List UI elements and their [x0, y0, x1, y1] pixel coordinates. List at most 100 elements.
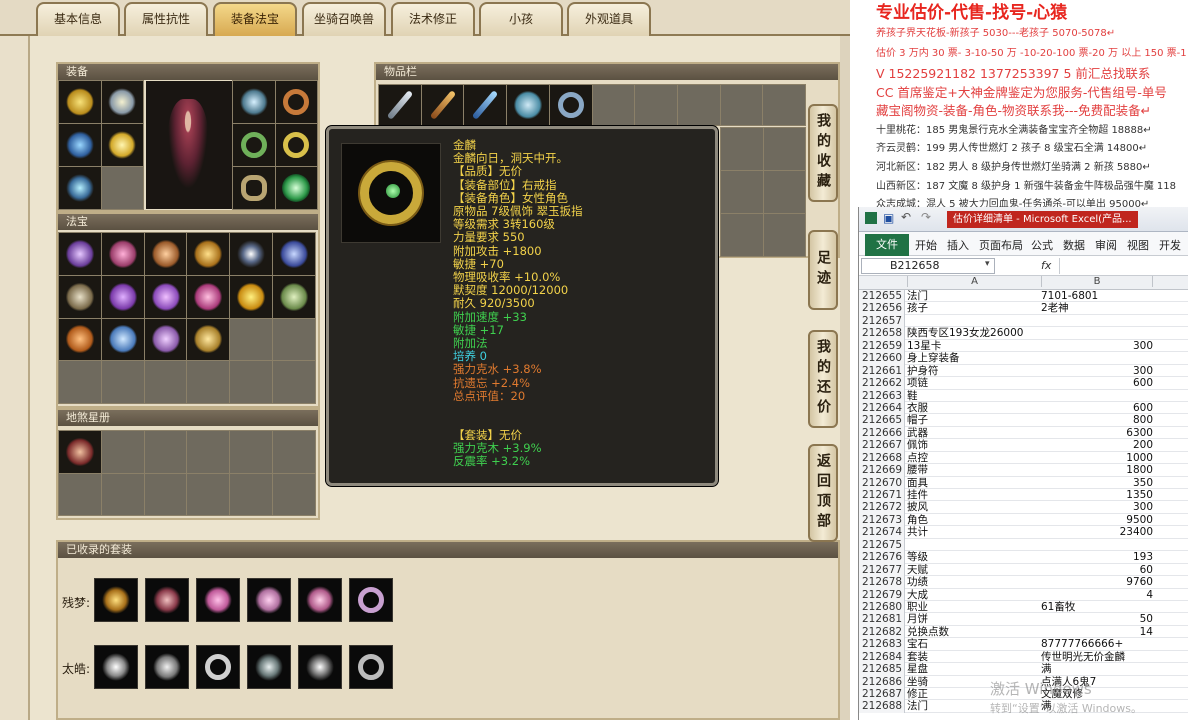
- equip-slot-left-ring[interactable]: [233, 124, 275, 166]
- cell-b[interactable]: 1350: [1041, 489, 1153, 501]
- cell-b[interactable]: 1800: [1041, 464, 1153, 476]
- fabao-slot[interactable]: [59, 318, 101, 361]
- sheet-row[interactable]: 212664 衣服 600: [859, 401, 1188, 415]
- cell-a[interactable]: 项链: [907, 377, 1041, 389]
- fabao-slot[interactable]: [230, 318, 273, 361]
- sheet-row[interactable]: 212675: [859, 538, 1188, 552]
- tab-basic-info[interactable]: 基本信息: [36, 2, 120, 36]
- equip-slot-orb[interactable]: [275, 167, 317, 209]
- row-number[interactable]: 212662: [859, 377, 905, 390]
- cell-b[interactable]: 193: [1041, 551, 1153, 563]
- fabao-slot[interactable]: [187, 361, 230, 403]
- cell-a[interactable]: 孩子: [907, 302, 1041, 314]
- fabao-slot[interactable]: [187, 233, 230, 275]
- suit-item[interactable]: [349, 578, 393, 622]
- redo-icon[interactable]: ↷: [921, 210, 931, 224]
- sheet-row[interactable]: 212661 护身符 300: [859, 364, 1188, 378]
- cell-a[interactable]: 陕西专区193女龙26000: [907, 327, 1041, 339]
- item-slot[interactable]: [763, 214, 805, 256]
- suit-item[interactable]: [298, 645, 342, 689]
- suit-item[interactable]: [145, 645, 189, 689]
- sheet-row[interactable]: 212660 身上穿装备: [859, 352, 1188, 365]
- cell-b[interactable]: 300: [1041, 340, 1153, 352]
- row-number[interactable]: 212657: [859, 314, 905, 328]
- suit-item[interactable]: [247, 578, 291, 622]
- diche-slot[interactable]: [59, 431, 101, 473]
- sheet-row[interactable]: 212668 点控 1000: [859, 451, 1188, 465]
- equip-slot-armor[interactable]: [101, 124, 143, 166]
- sheet-row[interactable]: 212659 13星卡 300: [859, 339, 1188, 353]
- equip-slot-bracelet[interactable]: [275, 81, 317, 123]
- row-number[interactable]: 212665: [859, 414, 905, 427]
- suit-item[interactable]: [196, 578, 240, 622]
- cell-b[interactable]: 7101-6801: [1041, 290, 1153, 302]
- sheet-row[interactable]: 212681 月饼 50: [859, 613, 1188, 626]
- diche-slot[interactable]: [59, 473, 101, 515]
- suit-item[interactable]: [349, 645, 393, 689]
- sheet-row[interactable]: 212662 项链 600: [859, 377, 1188, 390]
- name-box[interactable]: B212658: [861, 258, 995, 274]
- sheet-row[interactable]: 212673 角色 9500: [859, 513, 1188, 527]
- cell-b[interactable]: 1000: [1041, 452, 1153, 464]
- fabao-slot[interactable]: [230, 361, 273, 403]
- fabao-slot[interactable]: [273, 318, 315, 361]
- sheet-row[interactable]: 212672 披风 300: [859, 501, 1188, 514]
- row-number[interactable]: 212686: [859, 675, 905, 688]
- cell-a[interactable]: 挂件: [907, 489, 1041, 501]
- row-number[interactable]: 212671: [859, 489, 905, 502]
- cell-a[interactable]: 护身符: [907, 365, 1041, 377]
- ribbon-tab-view[interactable]: 视图: [1127, 237, 1149, 253]
- cell-a[interactable]: 鞋: [907, 390, 1041, 402]
- item-slot[interactable]: [763, 171, 805, 213]
- cell-a[interactable]: 武器: [907, 427, 1041, 439]
- item-slot[interactable]: [421, 85, 464, 125]
- cell-a[interactable]: 披风: [907, 501, 1041, 513]
- tab-spells[interactable]: 法术修正: [391, 2, 475, 36]
- tab-attributes[interactable]: 属性抗性: [124, 2, 208, 36]
- row-number[interactable]: 212664: [859, 401, 905, 415]
- fabao-slot[interactable]: [59, 275, 101, 318]
- cell-b[interactable]: 50: [1041, 613, 1153, 625]
- cell-a[interactable]: 帽子: [907, 414, 1041, 426]
- cell-b[interactable]: 23400: [1041, 526, 1153, 538]
- cell-b[interactable]: 14: [1041, 626, 1153, 638]
- file-tab[interactable]: 文件: [865, 234, 909, 256]
- cell-a[interactable]: 面具: [907, 477, 1041, 489]
- sheet-row[interactable]: 212676 等级 193: [859, 551, 1188, 564]
- column-header-a[interactable]: A: [907, 276, 1041, 287]
- fabao-slot[interactable]: [101, 361, 144, 403]
- diche-slot[interactable]: [273, 473, 315, 515]
- item-slot[interactable]: [549, 85, 592, 125]
- fabao-slot[interactable]: [273, 233, 315, 275]
- cell-b[interactable]: 满: [1041, 663, 1153, 675]
- tab-appearance[interactable]: 外观道具: [567, 2, 651, 36]
- row-number[interactable]: 212679: [859, 588, 905, 601]
- cell-b[interactable]: 9500: [1041, 514, 1153, 526]
- fabao-slot[interactable]: [144, 361, 187, 403]
- row-number[interactable]: 212682: [859, 625, 905, 639]
- cell-b[interactable]: 87777766666+: [1041, 638, 1153, 650]
- equip-slot-necklace[interactable]: [101, 81, 143, 123]
- cell-b[interactable]: 200: [1041, 439, 1153, 451]
- row-number[interactable]: 212661: [859, 364, 905, 378]
- row-number[interactable]: 212678: [859, 576, 905, 589]
- equip-slot-empty[interactable]: [101, 167, 143, 209]
- item-slot[interactable]: [635, 85, 677, 125]
- sheet-row[interactable]: 212667 佩饰 200: [859, 439, 1188, 452]
- equip-slot-wand[interactable]: [59, 167, 101, 209]
- item-slot[interactable]: [763, 128, 805, 170]
- fabao-slot[interactable]: [273, 275, 315, 318]
- row-number[interactable]: 212676: [859, 551, 905, 564]
- fabao-slot[interactable]: [230, 275, 273, 318]
- my-offers-button[interactable]: 我的还价: [808, 330, 838, 428]
- diche-slot[interactable]: [101, 431, 144, 473]
- cell-b[interactable]: 60: [1041, 564, 1153, 576]
- sheet-row[interactable]: 212677 天赋 60: [859, 563, 1188, 577]
- fabao-slot[interactable]: [101, 233, 144, 275]
- cell-a[interactable]: 天赋: [907, 564, 1041, 576]
- cell-a[interactable]: 衣服: [907, 402, 1041, 414]
- cell-b[interactable]: 350: [1041, 477, 1153, 489]
- sheet-row[interactable]: 212684 套装 传世明光无价金麟: [859, 650, 1188, 664]
- cell-a[interactable]: 共计: [907, 526, 1041, 538]
- cell-a[interactable]: 职业: [907, 601, 1041, 613]
